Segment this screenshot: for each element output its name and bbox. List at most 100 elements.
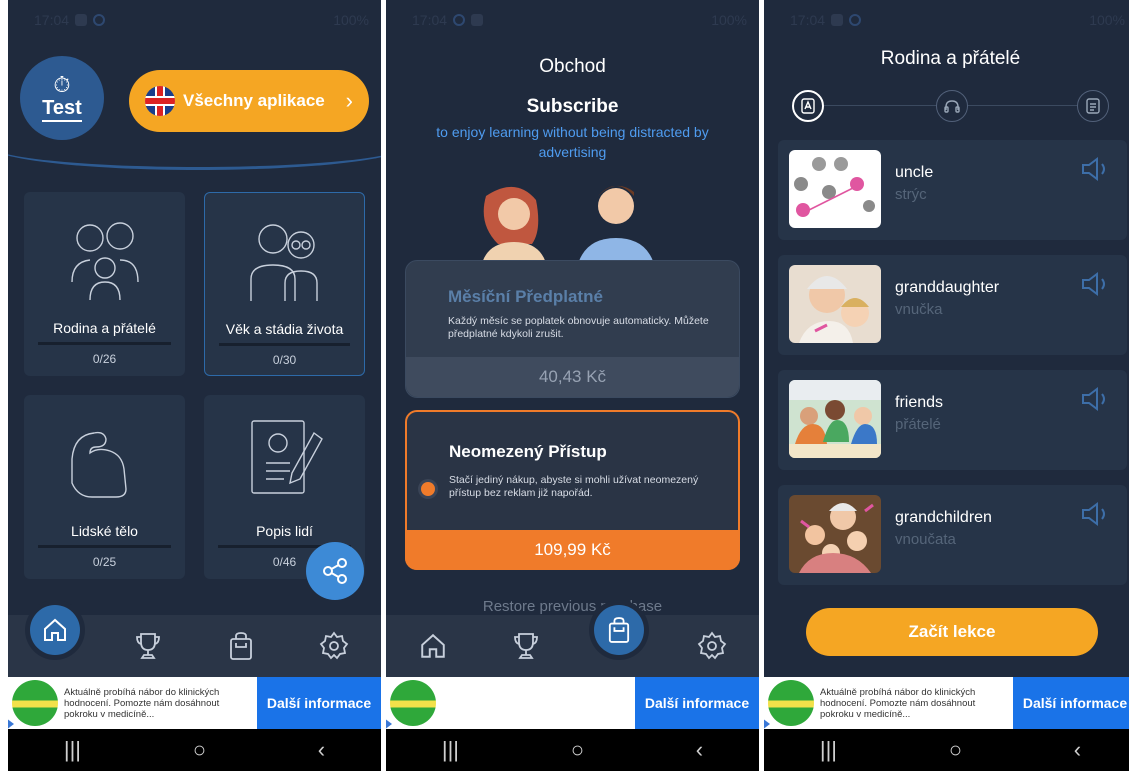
recents-button[interactable]: ||| bbox=[442, 737, 459, 763]
category-card-family[interactable]: Rodina a přátelé 0/26 bbox=[24, 192, 185, 376]
monthly-plan-card[interactable]: Měsíční Předplatné Každý měsíc se poplat… bbox=[405, 260, 740, 398]
recents-button[interactable]: ||| bbox=[820, 737, 837, 763]
family-icon bbox=[71, 222, 139, 300]
battery-level: 100% bbox=[333, 12, 369, 28]
ad-cta-button[interactable]: Další informace bbox=[1013, 677, 1129, 729]
page-title: Obchod bbox=[539, 56, 606, 77]
gear-icon bbox=[320, 631, 349, 660]
status-bar: 17:04 100% bbox=[764, 0, 1129, 40]
step-listening[interactable] bbox=[936, 90, 968, 122]
word-card-grandchildren[interactable]: grandchildren vnoučata bbox=[778, 485, 1127, 585]
gallery-icon bbox=[831, 14, 844, 26]
translation: přátelé bbox=[895, 416, 941, 433]
gear-icon bbox=[698, 631, 727, 660]
lesson-screen: 17:04 100% Rodina a přátelé uncle strýc bbox=[764, 0, 1129, 771]
nav-trophy[interactable] bbox=[124, 622, 172, 670]
gallery-icon bbox=[471, 14, 484, 26]
word-card-uncle[interactable]: uncle strýc bbox=[778, 140, 1127, 240]
word: friends bbox=[895, 394, 944, 411]
sync-icon bbox=[453, 14, 466, 26]
selected-radio[interactable] bbox=[421, 482, 435, 496]
ad-logo bbox=[764, 680, 814, 730]
category-name: Popis lidí bbox=[256, 523, 313, 539]
step-vocabulary[interactable] bbox=[792, 90, 824, 122]
system-nav: ||| ○ ‹ bbox=[764, 729, 1129, 771]
subscribe-heading: Subscribe bbox=[526, 96, 619, 117]
back-button[interactable]: ‹ bbox=[1074, 737, 1081, 763]
unlimited-plan-card[interactable]: Neomezený Přístup Stačí jediný nákup, ab… bbox=[405, 410, 740, 570]
progress-bar bbox=[219, 343, 350, 346]
step-test[interactable] bbox=[1077, 90, 1109, 122]
start-lesson-button[interactable]: Začít lekce bbox=[806, 608, 1098, 656]
home-icon bbox=[420, 633, 445, 658]
friends-image bbox=[789, 380, 881, 458]
plan-price[interactable]: 40,43 Kč bbox=[406, 357, 739, 397]
battery-level: 100% bbox=[711, 12, 747, 28]
plan-price[interactable]: 109,99 Kč bbox=[405, 530, 740, 570]
recents-button[interactable]: ||| bbox=[64, 737, 81, 763]
ad-logo bbox=[8, 680, 58, 730]
shopping-bag-icon bbox=[230, 632, 253, 660]
nav-home[interactable] bbox=[24, 600, 85, 670]
status-bar: 17:04 100% bbox=[386, 0, 759, 40]
back-button[interactable]: ‹ bbox=[696, 737, 703, 763]
trophy-icon bbox=[135, 633, 160, 659]
status-time: 17:04 bbox=[34, 12, 70, 28]
share-button[interactable] bbox=[306, 542, 364, 600]
plan-title: Měsíční Předplatné bbox=[448, 287, 603, 306]
ad-banner[interactable]: Aktuálně probíhá nábor do klinických hod… bbox=[764, 677, 1129, 730]
speaker-icon[interactable] bbox=[1081, 386, 1111, 412]
speaker-icon[interactable] bbox=[1081, 156, 1111, 182]
status-time: 17:04 bbox=[790, 12, 826, 28]
category-name: Lidské tělo bbox=[71, 523, 138, 539]
dictionary-icon bbox=[801, 98, 815, 114]
ad-banner[interactable]: Další informace bbox=[386, 677, 759, 730]
speaker-icon[interactable] bbox=[1081, 271, 1111, 297]
translation: strýc bbox=[895, 186, 927, 203]
family-tree-image bbox=[789, 150, 881, 228]
nav-shop[interactable] bbox=[589, 600, 650, 670]
couple-illustration bbox=[480, 185, 656, 272]
trophy-icon bbox=[513, 633, 538, 659]
id-document-icon bbox=[251, 420, 323, 494]
nav-shop[interactable] bbox=[217, 622, 265, 670]
ad-cta-button[interactable]: Další informace bbox=[635, 677, 759, 729]
elderly-couple-icon bbox=[250, 224, 318, 301]
category-card-age[interactable]: Věk a stádia života 0/30 bbox=[204, 192, 365, 376]
sync-icon bbox=[849, 14, 862, 26]
restore-purchase-link[interactable]: Restore previous purchase bbox=[386, 598, 759, 615]
home-system-button[interactable]: ○ bbox=[193, 737, 206, 763]
category-count: 0/30 bbox=[272, 353, 297, 367]
plan-description: Stačí jediný nákup, abyste si mohli užív… bbox=[449, 474, 699, 499]
speaker-icon[interactable] bbox=[1081, 501, 1111, 527]
word-card-granddaughter[interactable]: granddaughter vnučka bbox=[778, 255, 1127, 355]
share-icon bbox=[323, 558, 347, 584]
nav-home[interactable] bbox=[409, 622, 457, 670]
status-bar: 17:04 100% bbox=[8, 0, 381, 40]
system-nav: ||| ○ ‹ bbox=[8, 729, 381, 771]
word-card-friends[interactable]: friends přátelé bbox=[778, 370, 1127, 470]
chevron-right-icon: › bbox=[345, 88, 353, 113]
category-name: Rodina a přátelé bbox=[53, 320, 156, 336]
uk-flag-icon bbox=[145, 86, 175, 116]
nav-trophy[interactable] bbox=[502, 622, 550, 670]
progress-bar bbox=[38, 342, 171, 345]
subscribe-tagline: to enjoy learning without being distract… bbox=[436, 124, 709, 160]
ad-banner[interactable]: Aktuálně probíhá nábor do klinických hod… bbox=[8, 677, 381, 730]
system-nav: ||| ○ ‹ bbox=[386, 729, 759, 771]
nav-settings[interactable] bbox=[688, 622, 736, 670]
shopping-bag-icon bbox=[609, 617, 630, 643]
ad-cta-button[interactable]: Další informace bbox=[257, 677, 381, 729]
headphones-icon bbox=[944, 100, 960, 113]
back-button[interactable]: ‹ bbox=[318, 737, 325, 763]
category-card-body[interactable]: Lidské tělo 0/25 bbox=[24, 395, 185, 579]
word: granddaughter bbox=[895, 279, 1000, 296]
all-apps-label: Všechny aplikace bbox=[183, 91, 325, 110]
document-icon bbox=[1086, 98, 1100, 114]
muscle-arm-icon bbox=[71, 431, 127, 498]
progress-bar bbox=[38, 545, 171, 548]
nav-settings[interactable] bbox=[310, 622, 358, 670]
home-system-button[interactable]: ○ bbox=[949, 737, 962, 763]
plan-description: Každý měsíc se poplatek obnovuje automat… bbox=[448, 315, 709, 340]
home-system-button[interactable]: ○ bbox=[571, 737, 584, 763]
